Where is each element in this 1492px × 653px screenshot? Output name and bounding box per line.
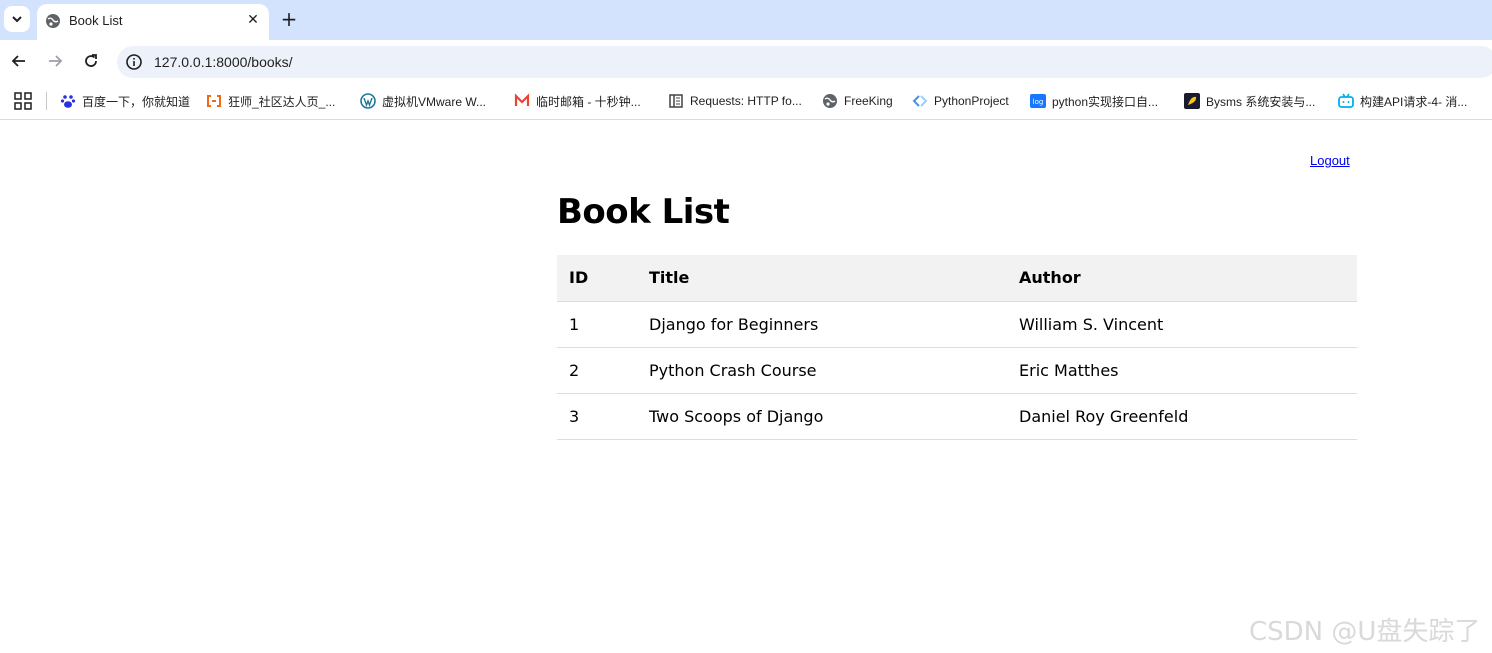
bookmark-freeking[interactable]: FreeKing <box>822 91 893 111</box>
bookmark-temp-mail[interactable]: 临时邮箱 - 十秒钟... <box>514 91 641 111</box>
cell-id: 2 <box>557 347 637 394</box>
bookmark-label: 虚拟机VMware W... <box>382 94 487 109</box>
bookmark-label: Requests: HTTP fo... <box>690 94 802 108</box>
new-tab-button[interactable]: + <box>278 8 300 30</box>
bookmark-label: python实现接口自... <box>1052 94 1159 109</box>
tab-strip: Book List ✕ + <box>0 0 1492 40</box>
bookmark-bysms[interactable]: Bysms 系统安装与... <box>1184 91 1315 111</box>
apps-grid-icon[interactable] <box>14 92 32 110</box>
logout-link[interactable]: Logout <box>1310 153 1350 168</box>
bookmark-vmware[interactable]: 虚拟机VMware W... <box>360 91 486 111</box>
column-header-author: Author <box>1007 255 1357 302</box>
column-header-id: ID <box>557 255 637 302</box>
bookmark-kuangshi[interactable]: 狂师_社区达人页_... <box>206 91 335 111</box>
cell-title: Python Crash Course <box>637 347 1007 394</box>
cell-title: Django for Beginners <box>637 301 1007 348</box>
bookmark-label: Bysms 系统安装与... <box>1206 94 1316 109</box>
watermark: CSDN @U盘失踪了 <box>1249 617 1481 647</box>
cell-id: 1 <box>557 301 637 348</box>
bookmarks-bar: 百度一下，你就知道 狂师_社区达人页_... 虚拟机VMware W... 临时… <box>0 82 1492 120</box>
diamond-code-icon <box>912 93 928 109</box>
table-header: ID Title Author <box>557 255 1357 302</box>
log-badge-icon: log <box>1030 93 1046 109</box>
site-info-icon[interactable] <box>125 53 143 71</box>
forward-button[interactable] <box>44 50 66 72</box>
book-table: ID Title Author 1 Django for Beginners W… <box>557 255 1357 440</box>
bookmark-label: 临时邮箱 - 十秒钟... <box>536 94 641 109</box>
close-tab-icon[interactable]: ✕ <box>243 10 263 30</box>
bookmark-requests[interactable]: Requests: HTTP fo... <box>668 91 802 111</box>
bookmark-label: 狂师_社区达人页_... <box>228 94 336 109</box>
page-title: Book List <box>557 192 730 232</box>
svg-text:log: log <box>1033 98 1044 106</box>
bookmark-pythonproject[interactable]: PythonProject <box>912 91 1009 111</box>
bookmark-python-api[interactable]: log python实现接口自... <box>1030 91 1158 111</box>
bookmarks-divider <box>46 92 47 110</box>
tab-book-list[interactable]: Book List ✕ <box>37 4 269 40</box>
cell-id: 3 <box>557 393 637 440</box>
back-button[interactable] <box>8 50 30 72</box>
paw-icon <box>60 93 76 109</box>
table-row: 2 Python Crash Course Eric Matthes <box>557 347 1357 394</box>
gmail-m-icon <box>514 93 530 109</box>
bracket-logo-icon <box>206 93 222 109</box>
bookmark-build-api[interactable]: 构建API请求-4- 消... <box>1338 91 1467 111</box>
cell-author: William S. Vincent <box>1007 301 1357 348</box>
bookmark-label: 百度一下，你就知道 <box>82 94 191 109</box>
globe-icon <box>46 14 60 28</box>
reload-button[interactable] <box>80 50 102 72</box>
table-row: 1 Django for Beginners William S. Vincen… <box>557 301 1357 348</box>
cell-author: Daniel Roy Greenfeld <box>1007 393 1357 440</box>
bookmark-label: PythonProject <box>934 94 1009 108</box>
browser-toolbar: 127.0.0.1:8000/books/ <box>0 40 1492 82</box>
chevron-down-icon <box>12 16 22 23</box>
book-icon <box>668 93 684 109</box>
bookmark-baidu[interactable]: 百度一下，你就知道 <box>60 91 190 111</box>
wordpress-icon <box>360 93 376 109</box>
bilibili-tv-icon <box>1338 93 1354 109</box>
cell-author: Eric Matthes <box>1007 347 1357 394</box>
globe-icon <box>822 93 838 109</box>
bookmark-label: 构建API请求-4- 消... <box>1360 94 1468 109</box>
column-header-title: Title <box>637 255 1007 302</box>
rocket-icon <box>1184 93 1200 109</box>
arrow-left-icon <box>11 55 25 67</box>
tab-title: Book List <box>69 13 123 28</box>
tab-search-button[interactable] <box>4 6 30 32</box>
table-body: 1 Django for Beginners William S. Vincen… <box>557 301 1357 440</box>
table-row: 3 Two Scoops of Django Daniel Roy Greenf… <box>557 393 1357 440</box>
cell-title: Two Scoops of Django <box>637 393 1007 440</box>
url-text[interactable]: 127.0.0.1:8000/books/ <box>154 54 293 70</box>
header-row: ID Title Author <box>557 255 1357 302</box>
bookmark-label: FreeKing <box>844 94 893 108</box>
address-bar[interactable]: 127.0.0.1:8000/books/ <box>117 46 1492 78</box>
arrow-right-icon <box>49 55 63 67</box>
reload-icon <box>85 54 97 67</box>
